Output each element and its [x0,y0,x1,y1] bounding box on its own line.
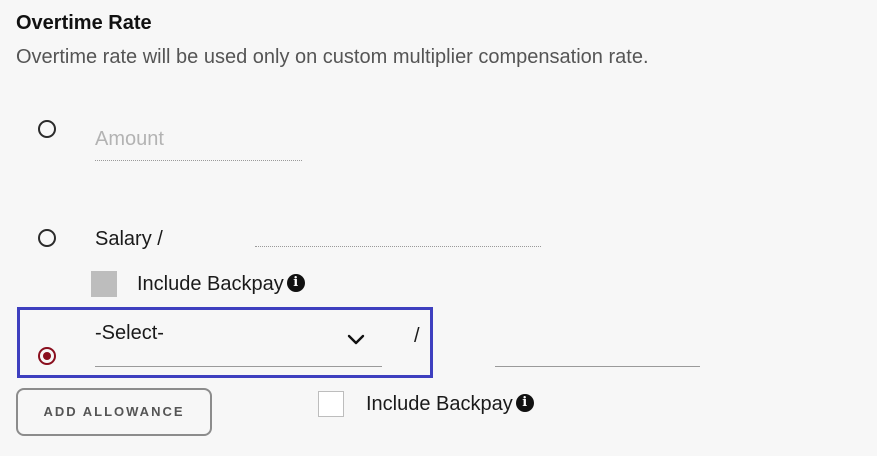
salary-include-backpay: Include Backpay i [137,273,305,296]
allowance-separator: / [414,325,420,347]
allowance-include-backpay-checkbox[interactable] [318,391,344,417]
allowance-include-backpay-label: Include Backpay [366,393,513,415]
allowance-select[interactable]: -Select- [95,318,382,367]
salary-include-backpay-label: Include Backpay [137,273,284,295]
salary-label: Salary / [95,228,163,250]
salary-input[interactable] [255,216,541,247]
info-icon[interactable]: i [286,273,305,292]
chevron-down-icon [347,334,365,345]
section-title: Overtime Rate [16,12,152,34]
info-icon[interactable]: i [515,393,534,412]
amount-input[interactable] [95,118,302,161]
allowance-select-value: -Select- [95,322,164,344]
overtime-rate-panel: Overtime Rate Overtime rate will be used… [0,0,877,456]
allowance-include-backpay: Include Backpay i [366,393,534,416]
section-description: Overtime rate will be used only on custo… [16,46,649,68]
add-allowance-button[interactable]: ADD ALLOWANCE [16,388,212,436]
allowance-input[interactable] [495,332,700,367]
allowance-radio[interactable] [38,347,56,365]
salary-radio[interactable] [38,229,56,247]
amount-radio[interactable] [38,120,56,138]
salary-include-backpay-checkbox[interactable] [91,271,117,297]
